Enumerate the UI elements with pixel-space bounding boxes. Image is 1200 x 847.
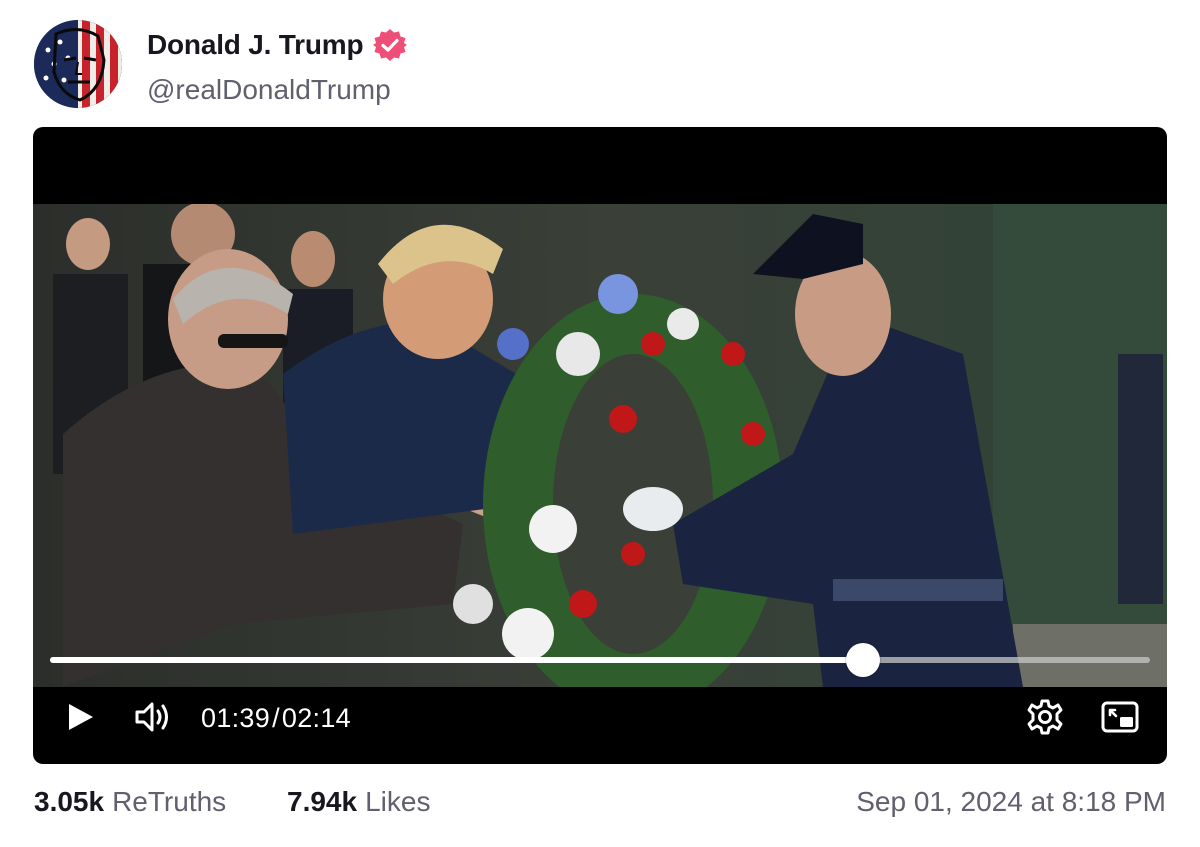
post-footer: 3.05k ReTruths 7.94k Likes Sep 01, 2024 … bbox=[34, 786, 1166, 826]
video-progress-fill bbox=[50, 657, 863, 663]
verified-badge-icon bbox=[373, 28, 408, 62]
author-name-row: Donald J. Trump bbox=[147, 28, 408, 62]
retruths-label: ReTruths bbox=[112, 786, 227, 817]
gear-icon bbox=[1027, 699, 1063, 740]
likes-label: Likes bbox=[365, 786, 431, 817]
video-progress-bar[interactable] bbox=[50, 643, 1150, 677]
author-handle[interactable]: @realDonaldTrump bbox=[147, 74, 391, 106]
video-current-time: 01:39 bbox=[201, 703, 271, 733]
settings-button[interactable] bbox=[1026, 699, 1064, 739]
play-button[interactable] bbox=[63, 702, 97, 736]
author-display-name[interactable]: Donald J. Trump bbox=[147, 29, 364, 61]
retruths-count: 3.05k bbox=[34, 786, 105, 817]
video-time-separator: / bbox=[272, 703, 280, 733]
volume-icon bbox=[134, 700, 172, 739]
play-icon bbox=[65, 702, 95, 737]
video-time-display: 01:39 / 02:14 bbox=[201, 703, 351, 734]
video-progress-thumb[interactable] bbox=[845, 643, 880, 677]
picture-in-picture-button[interactable] bbox=[1099, 700, 1141, 738]
post-header: Donald J. Trump @realDonaldTrump bbox=[34, 20, 1166, 110]
video-frame[interactable] bbox=[33, 204, 1167, 687]
video-duration: 02:14 bbox=[281, 703, 351, 733]
picture-in-picture-icon bbox=[1101, 701, 1139, 738]
avatar[interactable] bbox=[34, 20, 122, 108]
likes-stat[interactable]: 7.94k Likes bbox=[287, 786, 430, 818]
likes-count: 7.94k bbox=[287, 786, 358, 817]
video-player[interactable]: 01:39 / 02:14 bbox=[33, 127, 1167, 764]
retruths-stat[interactable]: 3.05k ReTruths bbox=[34, 786, 226, 818]
video-controls: 01:39 / 02:14 bbox=[33, 687, 1167, 764]
volume-button[interactable] bbox=[133, 700, 173, 738]
post-timestamp[interactable]: Sep 01, 2024 at 8:18 PM bbox=[856, 786, 1166, 818]
